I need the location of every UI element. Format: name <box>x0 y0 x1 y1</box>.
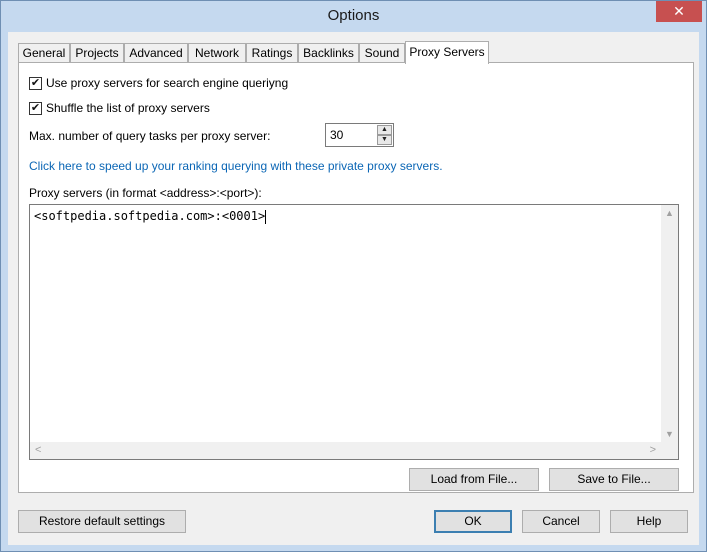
proxy-list-textarea[interactable]: <softpedia.softpedia.com>:<0001> ▲ ▼ < > <box>29 204 679 460</box>
proxy-servers-panel: ✔ Use proxy servers for search engine qu… <box>18 62 694 493</box>
proxy-list-text[interactable]: <softpedia.softpedia.com>:<0001> <box>34 209 267 224</box>
max-tasks-value[interactable]: 30 <box>330 128 343 142</box>
title-bar[interactable]: Options ✕ <box>1 1 706 32</box>
window-frame-bottom <box>1 544 706 551</box>
tab-projects[interactable]: Projects <box>70 43 124 63</box>
tab-ratings[interactable]: Ratings <box>246 43 298 63</box>
max-tasks-spinner[interactable]: 30 ▲ ▼ <box>325 123 394 147</box>
load-from-file-button[interactable]: Load from File... <box>409 468 539 491</box>
spinner-up-button[interactable]: ▲ <box>377 125 392 135</box>
scroll-corner <box>661 442 678 459</box>
close-icon: ✕ <box>673 3 685 19</box>
proxy-list-label: Proxy servers (in format <address>:<port… <box>29 186 262 200</box>
tab-proxy-servers[interactable]: Proxy Servers <box>405 41 489 64</box>
ok-button[interactable]: OK <box>434 510 512 533</box>
scroll-left-icon[interactable]: < <box>35 444 41 456</box>
down-arrow-icon: ▼ <box>381 136 388 143</box>
tab-network[interactable]: Network <box>188 43 246 63</box>
check-icon: ✔ <box>30 76 41 89</box>
use-proxy-row[interactable]: ✔ Use proxy servers for search engine qu… <box>29 76 288 90</box>
window-frame-right <box>699 32 706 551</box>
tab-backlinks[interactable]: Backlinks <box>298 43 359 63</box>
help-button[interactable]: Help <box>610 510 688 533</box>
proxy-list-value: <softpedia.softpedia.com>:<0001> <box>34 209 266 223</box>
max-tasks-label: Max. number of query tasks per proxy ser… <box>29 129 271 143</box>
vertical-scrollbar[interactable]: ▲ ▼ <box>661 205 678 442</box>
save-to-file-button[interactable]: Save to File... <box>549 468 679 491</box>
scroll-up-icon[interactable]: ▲ <box>665 208 674 218</box>
shuffle-label: Shuffle the list of proxy servers <box>46 101 210 115</box>
tab-sound[interactable]: Sound <box>359 43 405 63</box>
window-frame-left <box>1 32 8 551</box>
cancel-button[interactable]: Cancel <box>522 510 600 533</box>
use-proxy-label: Use proxy servers for search engine quer… <box>46 76 289 90</box>
close-button[interactable]: ✕ <box>656 1 702 22</box>
tab-advanced[interactable]: Advanced <box>124 43 188 63</box>
options-dialog: Options ✕ General Projects Advanced Netw… <box>0 0 707 552</box>
private-proxy-link[interactable]: Click here to speed up your ranking quer… <box>29 159 443 173</box>
use-proxy-checkbox[interactable]: ✔ <box>29 76 42 90</box>
restore-defaults-button[interactable]: Restore default settings <box>18 510 186 533</box>
scroll-right-icon[interactable]: > <box>650 444 656 456</box>
shuffle-row[interactable]: ✔ Shuffle the list of proxy servers <box>29 101 210 115</box>
text-caret <box>265 209 267 224</box>
up-arrow-icon: ▲ <box>381 126 388 133</box>
horizontal-scrollbar[interactable]: < > <box>30 442 661 459</box>
dialog-client: General Projects Advanced Network Rating… <box>8 32 699 545</box>
scroll-down-icon[interactable]: ▼ <box>665 429 674 439</box>
window-title: Options <box>327 7 380 24</box>
shuffle-checkbox[interactable]: ✔ <box>29 101 42 115</box>
spinner-down-button[interactable]: ▼ <box>377 135 392 145</box>
check-icon: ✔ <box>30 101 41 114</box>
tab-general[interactable]: General <box>18 43 70 63</box>
